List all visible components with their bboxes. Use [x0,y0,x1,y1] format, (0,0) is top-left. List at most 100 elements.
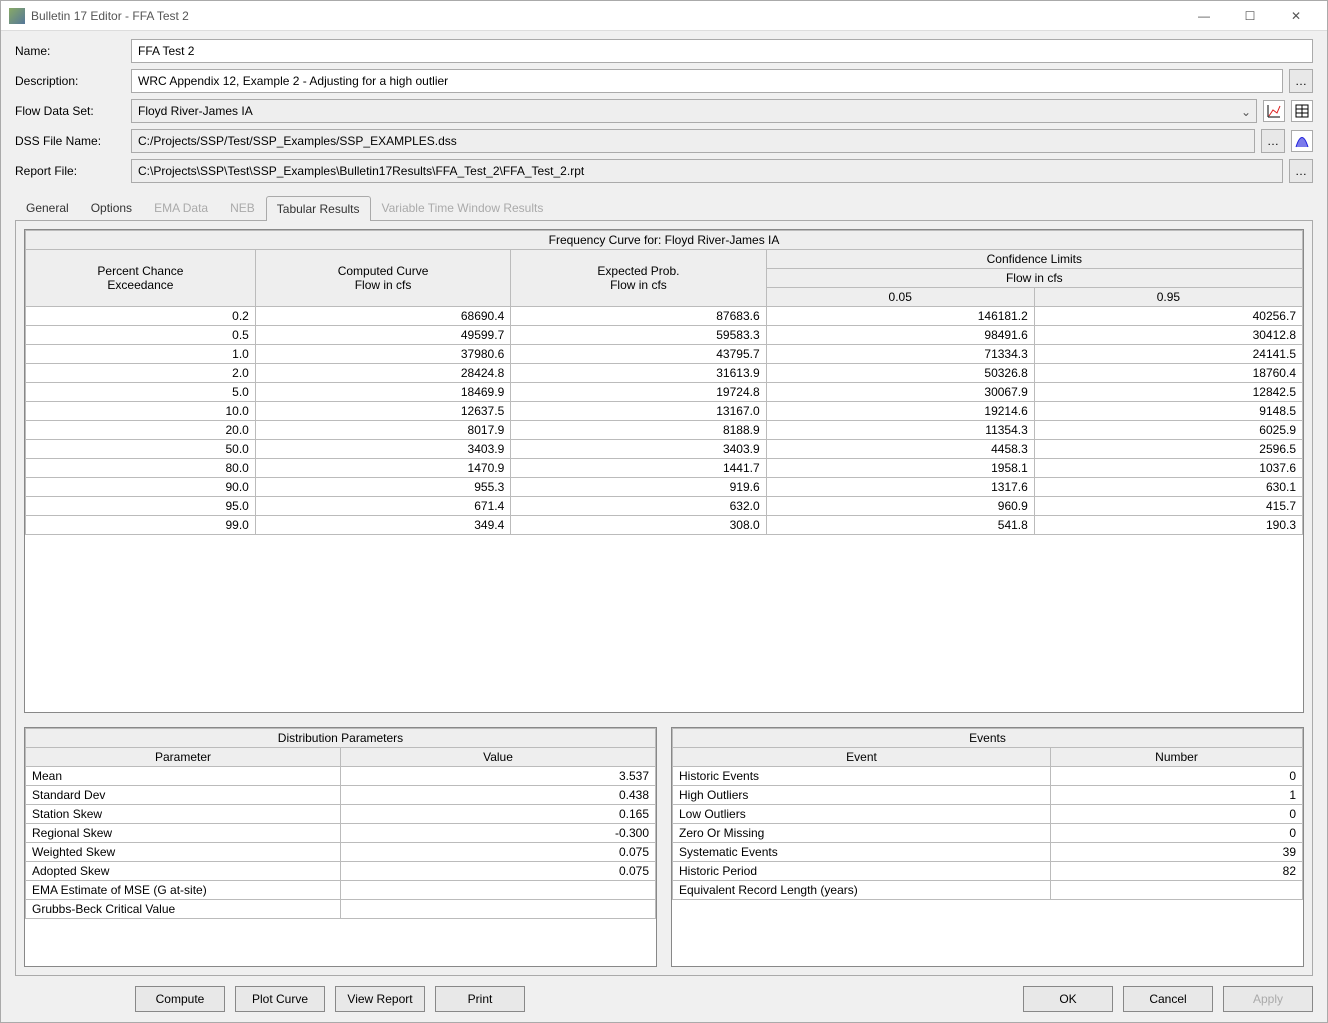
table-row[interactable]: 20.08017.98188.911354.36025.9 [26,421,1303,440]
table-cell: 19214.6 [766,402,1034,421]
table-row[interactable]: Systematic Events39 [673,843,1303,862]
events-panel: Events Event Number Historic Events0High… [671,727,1304,967]
table-cell: High Outliers [673,786,1051,805]
table-row[interactable]: Adopted Skew0.075 [26,862,656,881]
table-row[interactable]: 80.01470.91441.71958.11037.6 [26,459,1303,478]
distribution-icon-button[interactable] [1291,130,1313,152]
table-row[interactable]: Historic Period82 [673,862,1303,881]
dss-file-label: DSS File Name: [15,134,125,148]
dss-file-browse-button[interactable]: … [1261,129,1285,153]
col-expected: Expected Prob. Flow in cfs [511,250,766,307]
table-row[interactable]: Low Outliers0 [673,805,1303,824]
table-cell: 99.0 [26,516,256,535]
table-cell: 18469.9 [255,383,510,402]
table-cell: 40256.7 [1034,307,1302,326]
table-row[interactable]: 99.0349.4308.0541.8190.3 [26,516,1303,535]
table-row[interactable]: Weighted Skew0.075 [26,843,656,862]
table-row[interactable]: 0.268690.487683.6146181.240256.7 [26,307,1303,326]
table-cell: Adopted Skew [26,862,341,881]
tab-tabular-results[interactable]: Tabular Results [266,196,371,221]
dss-file-field[interactable] [131,129,1255,153]
table-cell: 9148.5 [1034,402,1302,421]
table-cell: 541.8 [766,516,1034,535]
table-cell: 50.0 [26,440,256,459]
table-cell: 0.075 [341,862,656,881]
table-cell: 18760.4 [1034,364,1302,383]
table-cell: 30412.8 [1034,326,1302,345]
ok-button[interactable]: OK [1023,986,1113,1012]
report-file-label: Report File: [15,164,125,178]
frequency-table: Frequency Curve for: Floyd River-James I… [25,230,1303,535]
close-button[interactable]: ✕ [1273,1,1319,31]
table-cell: 671.4 [255,497,510,516]
table-cell: 1958.1 [766,459,1034,478]
table-row[interactable]: Regional Skew-0.300 [26,824,656,843]
table-cell: -0.300 [341,824,656,843]
col-flow-in-cfs: Flow in cfs [766,269,1302,288]
view-report-button[interactable]: View Report [335,986,425,1012]
table-row[interactable]: Zero Or Missing0 [673,824,1303,843]
name-field[interactable] [131,39,1313,63]
description-more-button[interactable]: … [1289,69,1313,93]
table-row[interactable]: 90.0955.3919.61317.6630.1 [26,478,1303,497]
tab-ema-data: EMA Data [143,195,219,220]
table-cell: 308.0 [511,516,766,535]
table-row[interactable]: Station Skew0.165 [26,805,656,824]
tabular-results-panel: Frequency Curve for: Floyd River-James I… [15,221,1313,976]
window-title: Bulletin 17 Editor - FFA Test 2 [31,9,1181,23]
table-row[interactable]: 0.549599.759583.398491.630412.8 [26,326,1303,345]
table-cell: 11354.3 [766,421,1034,440]
flow-data-set-select[interactable] [131,99,1257,123]
table-cell: 0.075 [341,843,656,862]
table-row[interactable]: Mean3.537 [26,767,656,786]
table-row[interactable]: 2.028424.831613.950326.818760.4 [26,364,1303,383]
maximize-button[interactable]: ☐ [1227,1,1273,31]
cancel-button[interactable]: Cancel [1123,986,1213,1012]
table-cell: 82 [1051,862,1303,881]
col-cl-95: 0.95 [1034,288,1302,307]
table-cell: 146181.2 [766,307,1034,326]
table-row[interactable]: 5.018469.919724.830067.912842.5 [26,383,1303,402]
plot-icon-button[interactable] [1263,100,1285,122]
table-cell: Standard Dev [26,786,341,805]
table-cell: 0 [1051,824,1303,843]
table-cell: 1441.7 [511,459,766,478]
table-row[interactable]: Standard Dev0.438 [26,786,656,805]
compute-button[interactable]: Compute [135,986,225,1012]
table-cell: 1470.9 [255,459,510,478]
report-file-browse-button[interactable]: … [1289,159,1313,183]
table-cell: 2596.5 [1034,440,1302,459]
table-cell: 3.537 [341,767,656,786]
table-cell: 49599.7 [255,326,510,345]
table-cell: 190.3 [1034,516,1302,535]
minimize-button[interactable]: — [1181,1,1227,31]
table-row[interactable]: 95.0671.4632.0960.9415.7 [26,497,1303,516]
table-cell: 0.438 [341,786,656,805]
table-icon-button[interactable] [1291,100,1313,122]
table-row[interactable]: 50.03403.93403.94458.32596.5 [26,440,1303,459]
table-row[interactable]: Equivalent Record Length (years) [673,881,1303,900]
table-cell: 37980.6 [255,345,510,364]
table-cell: 1037.6 [1034,459,1302,478]
table-row[interactable]: EMA Estimate of MSE (G at-site) [26,881,656,900]
table-cell: 1317.6 [766,478,1034,497]
table-cell: 4458.3 [766,440,1034,459]
plot-curve-button[interactable]: Plot Curve [235,986,325,1012]
description-field[interactable] [131,69,1283,93]
apply-button: Apply [1223,986,1313,1012]
table-cell: 87683.6 [511,307,766,326]
tab-general[interactable]: General [15,195,80,220]
distribution-parameters-panel: Distribution Parameters Parameter Value … [24,727,657,967]
table-cell: 31613.9 [511,364,766,383]
table-row[interactable]: 1.037980.643795.771334.324141.5 [26,345,1303,364]
table-cell: 71334.3 [766,345,1034,364]
table-cell: 0.5 [26,326,256,345]
content-area: Name: Description: … Flow Data Set: ⌄ DS… [1,31,1327,1022]
report-file-field[interactable] [131,159,1283,183]
table-row[interactable]: Grubbs-Beck Critical Value [26,900,656,919]
print-button[interactable]: Print [435,986,525,1012]
table-row[interactable]: Historic Events0 [673,767,1303,786]
table-row[interactable]: 10.012637.513167.019214.69148.5 [26,402,1303,421]
tab-options[interactable]: Options [80,195,143,220]
table-row[interactable]: High Outliers1 [673,786,1303,805]
